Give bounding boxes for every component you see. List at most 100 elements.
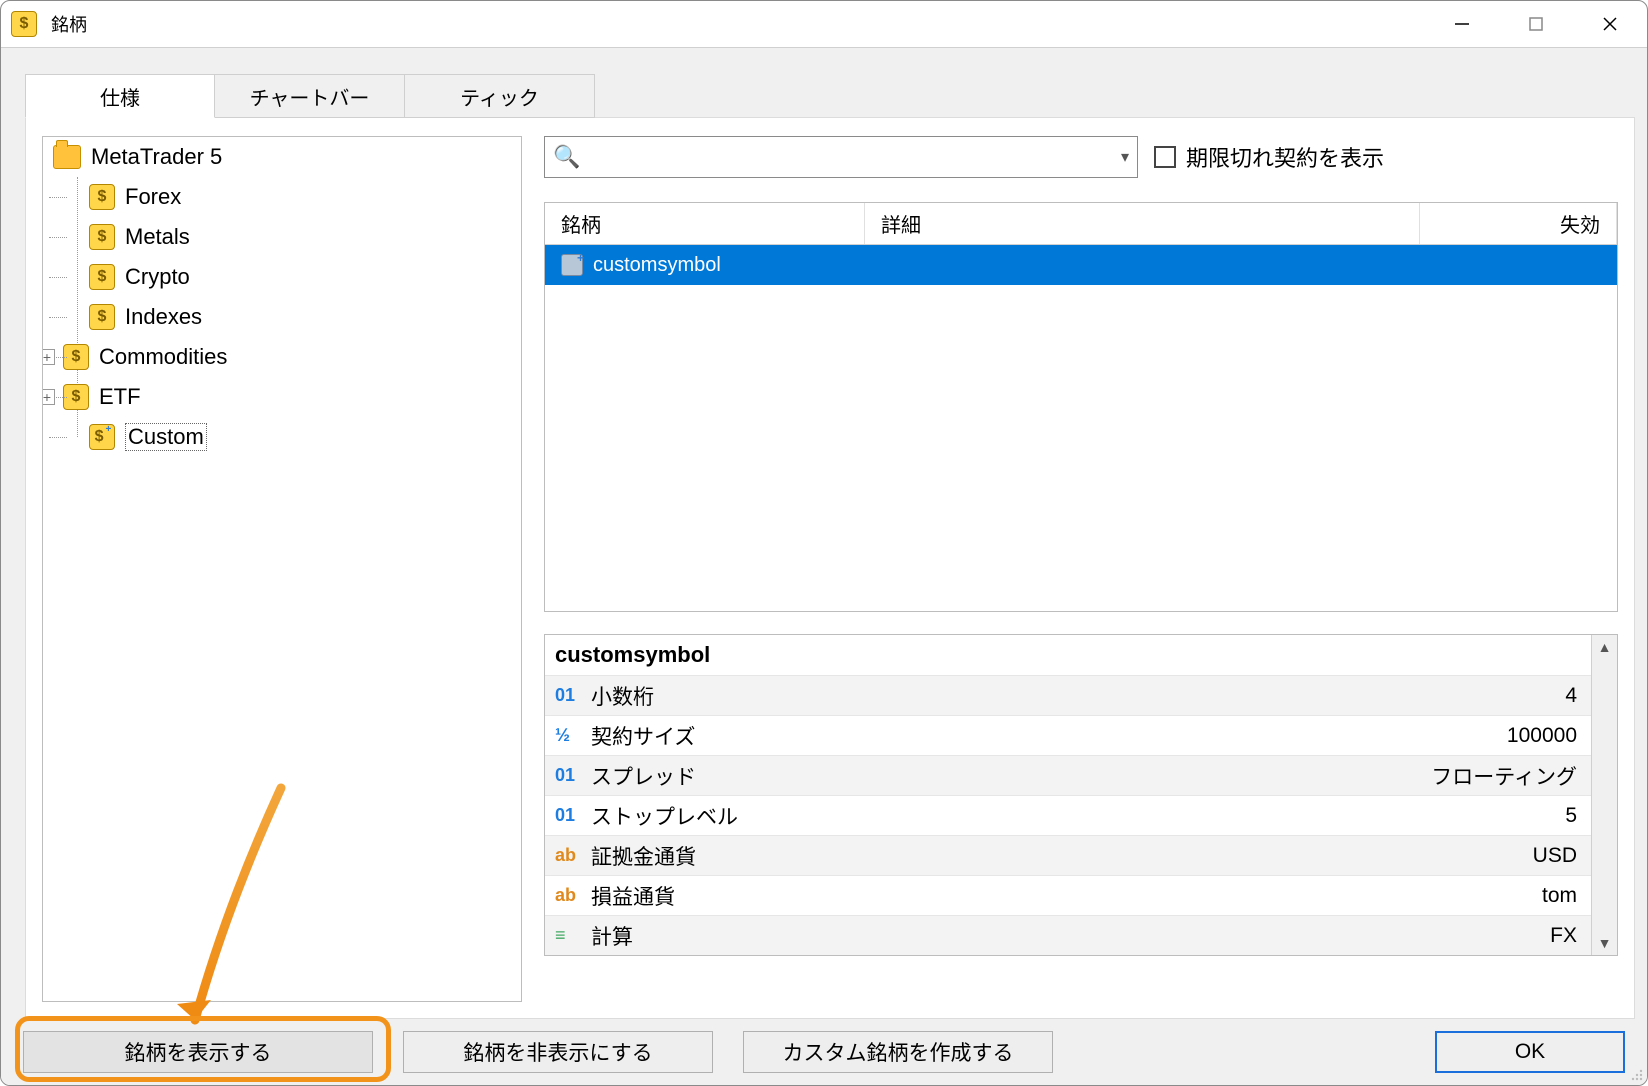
search-box[interactable]: 🔍 ▾: [544, 136, 1138, 178]
details-title: customsymbol: [545, 635, 1591, 675]
tree-root-label: MetaTrader 5: [91, 144, 222, 170]
col-invalid[interactable]: 失効: [1420, 203, 1617, 244]
symbol-group-icon: $: [89, 304, 115, 330]
chevron-down-icon[interactable]: ▾: [1121, 147, 1129, 167]
scroll-up-icon[interactable]: ▲: [1598, 639, 1612, 655]
tree-root[interactable]: MetaTrader 5: [43, 137, 521, 177]
hide-symbol-button[interactable]: 銘柄を非表示にする: [403, 1031, 713, 1073]
tree-item[interactable]: $ Forex: [71, 177, 521, 217]
property-value: 100000: [965, 724, 1591, 748]
client-area: 仕様 チャートバー ティック MetaTrader 5 $ Forex $ Metal…: [1, 47, 1647, 1085]
property-key: 01スプレッド: [545, 761, 965, 791]
tab-spec[interactable]: 仕様: [25, 74, 215, 118]
property-type-icon: 01: [555, 685, 581, 706]
property-row[interactable]: 01スプレッドフローティング: [545, 755, 1591, 795]
property-value: フローティング: [965, 761, 1591, 791]
tree-item-label: ETF: [99, 384, 141, 410]
property-value: FX: [965, 924, 1591, 948]
property-value: 5: [965, 804, 1591, 828]
property-row[interactable]: ab証拠金通貨USD: [545, 835, 1591, 875]
property-key: ½契約サイズ: [545, 721, 965, 751]
symbol-group-icon: $: [63, 384, 89, 410]
property-key: 01小数桁: [545, 681, 965, 711]
search-input[interactable]: [588, 146, 1113, 169]
tree-item-label: Custom: [125, 423, 207, 451]
grid-body[interactable]: customsymbol: [545, 245, 1617, 611]
tree-item-label: Forex: [125, 184, 181, 210]
grid-header: 銘柄 詳細 失効: [545, 203, 1617, 245]
details-panel: customsymbol 01小数桁4½契約サイズ10000001スプレッドフロ…: [544, 634, 1618, 956]
expander-icon[interactable]: +: [42, 389, 55, 405]
expired-checkbox[interactable]: 期限切れ契約を表示: [1154, 141, 1384, 173]
property-value: 4: [965, 684, 1591, 708]
titlebar: $ 銘柄: [1, 1, 1647, 47]
symbols-window: $ 銘柄 仕様 チャートバー ティック: [0, 0, 1648, 1086]
property-type-icon: 01: [555, 805, 581, 826]
property-row[interactable]: 01ストップレベル5: [545, 795, 1591, 835]
custom-symbol-icon: [561, 254, 583, 276]
tabs: 仕様 チャートバー ティック: [25, 74, 595, 118]
app-icon: $: [11, 11, 37, 37]
property-type-icon: ab: [555, 885, 581, 906]
show-symbol-button[interactable]: 銘柄を表示する: [23, 1031, 373, 1073]
close-button[interactable]: [1573, 1, 1647, 47]
symbol-grid: 銘柄 詳細 失効 customsymbol: [544, 202, 1618, 612]
create-custom-button[interactable]: カスタム銘柄を作成する: [743, 1031, 1053, 1073]
property-row[interactable]: 01小数桁4: [545, 675, 1591, 715]
property-type-icon: 01: [555, 765, 581, 786]
property-value: USD: [965, 844, 1591, 868]
tree-item-label: Crypto: [125, 264, 190, 290]
window-title: 銘柄: [51, 11, 87, 37]
folder-icon: [53, 145, 81, 169]
expander-icon[interactable]: +: [42, 349, 55, 365]
scrollbar[interactable]: ▲ ▼: [1591, 635, 1617, 955]
col-symbol[interactable]: 銘柄: [545, 203, 865, 244]
symbol-group-icon: $: [63, 344, 89, 370]
tree-item[interactable]: $ Indexes: [71, 297, 521, 337]
property-type-icon: ≡: [555, 925, 581, 946]
symbol-group-icon: $: [89, 184, 115, 210]
tree-item[interactable]: +$ETF: [71, 377, 521, 417]
tree-item-label: Indexes: [125, 304, 202, 330]
property-row[interactable]: ½契約サイズ100000: [545, 715, 1591, 755]
expired-label: 期限切れ契約を表示: [1186, 141, 1384, 173]
resize-grip-icon[interactable]: [1627, 1065, 1643, 1081]
tab-chartbar[interactable]: チャートバー: [215, 74, 405, 118]
property-row[interactable]: ab損益通貨tom: [545, 875, 1591, 915]
checkbox-icon[interactable]: [1154, 146, 1176, 168]
cell-detail: [865, 245, 1420, 285]
symbol-tree[interactable]: MetaTrader 5 $Forex$Metals$Crypto$Indexe…: [42, 136, 522, 1002]
footer: 銘柄を表示する 銘柄を非表示にする カスタム銘柄を作成する OK: [13, 1019, 1635, 1085]
maximize-button[interactable]: [1499, 1, 1573, 47]
tree-item-label: Commodities: [99, 344, 227, 370]
ok-button[interactable]: OK: [1435, 1031, 1625, 1073]
search-icon: 🔍: [553, 144, 580, 170]
topbar: 🔍 ▾ 期限切れ契約を表示: [544, 136, 1618, 178]
property-type-icon: ½: [555, 725, 581, 746]
tree-item-label: Metals: [125, 224, 190, 250]
tab-label: チャートバー: [250, 82, 370, 111]
col-detail[interactable]: 詳細: [865, 203, 1420, 244]
tree-item[interactable]: +$Commodities: [71, 337, 521, 377]
property-key: ab証拠金通貨: [545, 841, 965, 871]
scroll-down-icon[interactable]: ▼: [1598, 935, 1612, 951]
tree-item[interactable]: $Crypto: [71, 257, 521, 297]
symbol-group-icon: $: [89, 224, 115, 250]
property-row[interactable]: ≡計算FX: [545, 915, 1591, 955]
tree-item[interactable]: $ Metals: [71, 217, 521, 257]
tab-tick[interactable]: ティック: [405, 74, 595, 118]
property-type-icon: ab: [555, 845, 581, 866]
minimize-button[interactable]: [1425, 1, 1499, 47]
tab-label: 仕様: [100, 82, 140, 111]
property-key: ab損益通貨: [545, 881, 965, 911]
right-pane: 🔍 ▾ 期限切れ契約を表示 銘柄 詳細 失効: [544, 136, 1618, 1002]
tree-item[interactable]: $Custom: [71, 417, 521, 457]
property-key: ≡計算: [545, 921, 965, 951]
tab-panel: MetaTrader 5 $Forex$Metals$Crypto$Indexe…: [25, 117, 1635, 1019]
table-row[interactable]: customsymbol: [545, 245, 1617, 285]
property-key: 01ストップレベル: [545, 801, 965, 831]
cell-invalid: [1420, 245, 1617, 285]
property-value: tom: [965, 884, 1591, 908]
cell-symbol: customsymbol: [545, 245, 865, 285]
tab-label: ティック: [460, 82, 539, 111]
